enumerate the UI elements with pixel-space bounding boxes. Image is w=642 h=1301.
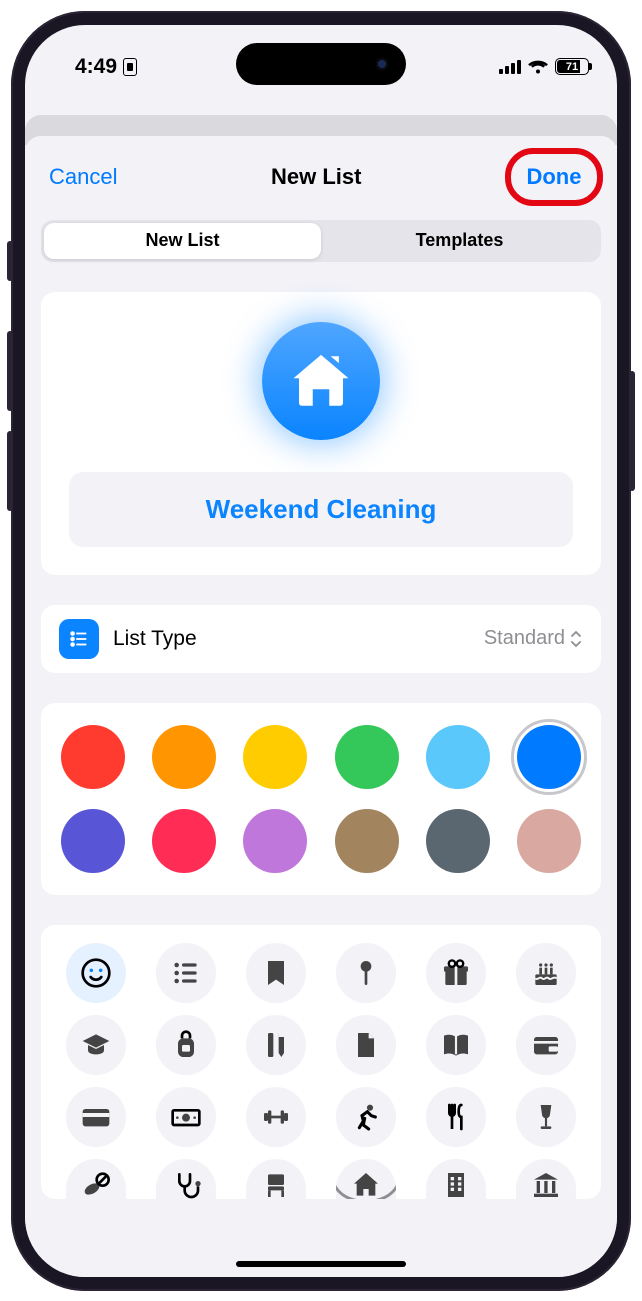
battery-icon: 71 — [555, 58, 589, 75]
color-swatch[interactable] — [243, 725, 307, 789]
icon-option-chair[interactable] — [246, 1159, 306, 1199]
wineglass-icon — [530, 1101, 562, 1133]
home-indicator[interactable] — [236, 1261, 406, 1267]
wifi-icon — [527, 59, 549, 75]
list-type-icon — [59, 619, 99, 659]
list-icon — [170, 957, 202, 989]
stethoscope-icon — [170, 1169, 202, 1199]
color-swatch[interactable] — [152, 725, 216, 789]
icon-option-pills[interactable] — [66, 1159, 126, 1199]
ruler-pencil-icon — [260, 1029, 292, 1061]
segment-new-list[interactable]: New List — [44, 223, 321, 259]
icon-option-wallet[interactable] — [516, 1015, 576, 1075]
icon-option-book[interactable] — [426, 1015, 486, 1075]
icon-option-cake[interactable] — [516, 943, 576, 1003]
sheet-title: New List — [271, 164, 361, 190]
running-icon — [350, 1101, 382, 1133]
backpack-icon — [170, 1029, 202, 1061]
color-swatch[interactable] — [335, 809, 399, 873]
icon-option-bookmark[interactable] — [246, 943, 306, 1003]
list-type-row[interactable]: List Type Standard — [41, 605, 601, 673]
list-preview-card — [41, 292, 601, 575]
icon-option-document[interactable] — [336, 1015, 396, 1075]
color-swatch[interactable] — [61, 809, 125, 873]
color-swatch[interactable] — [61, 725, 125, 789]
color-swatch[interactable] — [152, 809, 216, 873]
color-swatch[interactable] — [335, 725, 399, 789]
color-swatch[interactable] — [426, 725, 490, 789]
color-swatch[interactable] — [243, 809, 307, 873]
credit-card-icon — [80, 1101, 112, 1133]
icon-option-list[interactable] — [156, 943, 216, 1003]
dumbbell-icon — [260, 1101, 292, 1133]
done-button[interactable]: Done — [526, 164, 581, 190]
pills-icon — [80, 1169, 112, 1199]
icon-picker-card — [41, 925, 601, 1199]
cancel-button[interactable]: Cancel — [49, 164, 117, 190]
icon-option-fork-knife[interactable] — [426, 1087, 486, 1147]
icon-option-stethoscope[interactable] — [156, 1159, 216, 1199]
icon-option-smiley[interactable] — [66, 943, 126, 1003]
chair-icon — [260, 1169, 292, 1199]
pin-icon — [350, 957, 382, 989]
wallet-icon — [530, 1029, 562, 1061]
icon-option-ruler-pencil[interactable] — [246, 1015, 306, 1075]
segment-templates[interactable]: Templates — [321, 223, 598, 259]
list-type-value: Standard — [484, 627, 583, 650]
list-type-label: List Type — [113, 627, 470, 651]
icon-option-wineglass[interactable] — [516, 1087, 576, 1147]
building-icon — [440, 1169, 472, 1199]
icon-option-pin[interactable] — [336, 943, 396, 1003]
icon-option-gift[interactable] — [426, 943, 486, 1003]
icon-option-gradcap[interactable] — [66, 1015, 126, 1075]
icon-option-institution[interactable] — [516, 1159, 576, 1199]
color-swatch[interactable] — [517, 725, 581, 789]
house-icon — [350, 1169, 382, 1199]
icon-option-cash[interactable] — [156, 1087, 216, 1147]
gift-icon — [440, 957, 472, 989]
fork-knife-icon — [440, 1101, 472, 1133]
icon-option-house[interactable] — [336, 1159, 396, 1199]
list-name-input[interactable] — [69, 472, 573, 547]
document-icon — [350, 1029, 382, 1061]
icon-option-running[interactable] — [336, 1087, 396, 1147]
smiley-icon — [80, 957, 112, 989]
segmented-control[interactable]: New List Templates — [41, 220, 601, 262]
gradcap-icon — [80, 1029, 112, 1061]
chevron-up-down-icon — [569, 630, 583, 648]
house-icon — [288, 348, 354, 414]
bookmark-icon — [260, 957, 292, 989]
rotation-lock-icon — [123, 58, 137, 76]
status-time: 4:49 — [75, 55, 117, 79]
book-icon — [440, 1029, 472, 1061]
new-list-sheet: Cancel New List Done New List Templates — [25, 136, 617, 1277]
color-picker-card — [41, 703, 601, 895]
cellular-icon — [499, 60, 521, 74]
institution-icon — [530, 1169, 562, 1199]
color-swatch[interactable] — [426, 809, 490, 873]
color-swatch[interactable] — [517, 809, 581, 873]
icon-option-credit-card[interactable] — [66, 1087, 126, 1147]
icon-option-dumbbell[interactable] — [246, 1087, 306, 1147]
cash-icon — [170, 1101, 202, 1133]
icon-option-backpack[interactable] — [156, 1015, 216, 1075]
icon-option-building[interactable] — [426, 1159, 486, 1199]
list-icon-preview[interactable] — [262, 322, 380, 440]
dynamic-island — [236, 43, 406, 85]
cake-icon — [530, 957, 562, 989]
